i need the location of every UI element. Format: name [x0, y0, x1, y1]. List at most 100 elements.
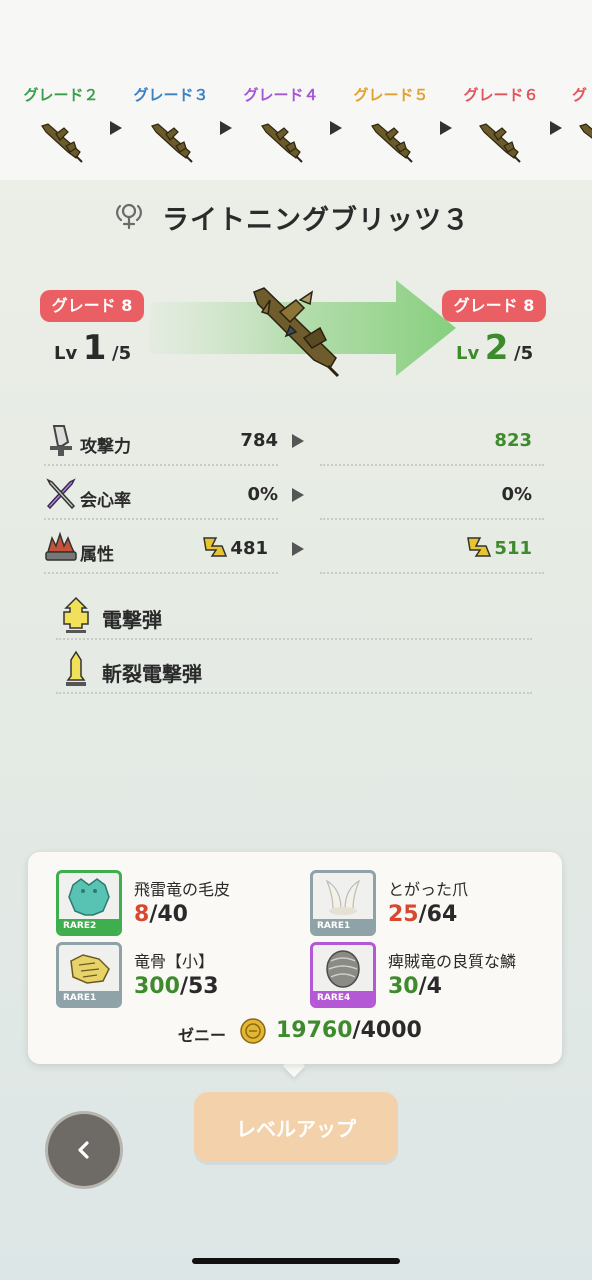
level-up-button[interactable]: レベルアップ — [194, 1092, 398, 1162]
material-need: /53 — [179, 974, 219, 999]
grade-item-5[interactable]: グレード５ — [336, 84, 446, 105]
pelt-icon — [68, 878, 110, 916]
material-count: 30/4 — [388, 974, 442, 999]
material-need: /40 — [149, 902, 188, 927]
material-thumb: RARE2 — [56, 870, 122, 936]
material-have: 300 — [134, 974, 180, 999]
grade-label: グレード６ — [463, 86, 539, 104]
ammo-name: 電撃弾 — [102, 608, 162, 632]
material-thumb: RARE1 — [310, 870, 376, 936]
rarity-label: RARE1 — [313, 919, 373, 933]
ammo-name: 斬裂電撃弾 — [102, 662, 202, 686]
zeny-label: ゼニー — [178, 1026, 227, 1045]
rarity-label: RARE2 — [59, 919, 119, 933]
ammo-row: 斬裂電撃弾 — [56, 644, 532, 694]
stat-row-affinity: 会心率 0% 0% — [0, 474, 592, 520]
material-count: 300/53 — [134, 974, 219, 999]
scale-icon — [326, 950, 360, 988]
lightbowgun-type-icon — [116, 203, 142, 230]
material-count: 8/40 — [134, 902, 188, 927]
grade-label: グレード３ — [133, 86, 209, 104]
lightbowgun-icon — [261, 123, 303, 163]
next-arrow-icon — [220, 121, 232, 135]
rarity-label: RARE4 — [313, 991, 373, 1005]
thunder-element-icon — [203, 537, 228, 557]
zeny-coin-icon — [240, 1018, 266, 1044]
stat-name: 攻撃力 — [80, 437, 131, 457]
grade-strip: グレード２ グレード３ グレード４ グレード５ グレード６ グ — [0, 0, 592, 180]
next-arrow-icon — [110, 121, 122, 135]
grade-item-7[interactable]: グ — [556, 84, 592, 105]
zeny-value: 19760/4000 — [276, 1018, 422, 1043]
grade-item-3[interactable]: グレード３ — [116, 84, 226, 105]
material-item[interactable]: RARE1 竜骨【小】 300/53 — [56, 942, 306, 1008]
lightbowgun-icon — [151, 123, 193, 163]
material-need: /64 — [418, 902, 458, 927]
weapon-name: ライトニングブリッツ３ — [162, 205, 470, 236]
lv-prefix: Lv — [54, 343, 78, 364]
stat-next: 511 — [320, 528, 544, 574]
sword-icon — [50, 425, 72, 456]
home-indicator[interactable] — [192, 1258, 400, 1264]
stat-old-value: 481 — [230, 538, 268, 559]
weapon-image — [253, 287, 340, 378]
stat-next: 823 — [320, 420, 544, 466]
next-level: Lv 2 /5 — [456, 328, 533, 368]
next-level-value: 2 — [484, 328, 509, 368]
chevron-left-icon — [78, 1141, 89, 1159]
grade-item-6[interactable]: グレード６ — [446, 84, 556, 105]
next-arrow-icon — [440, 121, 452, 135]
back-button[interactable] — [48, 1114, 120, 1186]
zeny-need: /4000 — [352, 1018, 422, 1043]
material-item[interactable]: RARE1 とがった爪 25/64 — [310, 870, 560, 936]
stat-name: 属性 — [80, 545, 114, 565]
crossed-swords-icon — [46, 478, 76, 510]
zeny-row: ゼニー 19760/4000 — [28, 1016, 562, 1048]
stat-new-value: 0% — [501, 484, 532, 505]
stat-current: 会心率 0% — [44, 474, 278, 520]
material-name: とがった爪 — [388, 880, 469, 899]
next-arrow-icon — [550, 121, 562, 135]
material-name: 痺賊竜の良質な鱗 — [388, 952, 517, 971]
bone-icon — [70, 954, 110, 984]
grade-label: グ — [572, 86, 588, 104]
slicing-ammo-icon — [66, 650, 86, 686]
stat-old-value: 784 — [240, 430, 278, 451]
material-item[interactable]: RARE2 飛雷竜の毛皮 8/40 — [56, 870, 306, 936]
arrow-right-icon — [292, 542, 304, 556]
stat-row-element: 属性 481 511 — [0, 528, 592, 574]
current-level: Lv 1 /5 — [54, 328, 131, 368]
lightbowgun-icon — [479, 123, 521, 163]
stat-row-attack: 攻撃力 784 823 — [0, 420, 592, 466]
ammo-row: 電撃弾 — [56, 590, 532, 640]
lv-prefix: Lv — [456, 343, 480, 364]
stat-new-value: 511 — [494, 538, 532, 559]
material-count: 25/64 — [388, 902, 457, 927]
stat-next: 0% — [320, 474, 544, 520]
material-item[interactable]: RARE4 痺賊竜の良質な鱗 30/4 — [310, 942, 560, 1008]
grade-item-2[interactable]: グレード２ — [6, 84, 116, 105]
grade-item-4[interactable]: グレード４ — [226, 84, 336, 105]
current-level-max: /5 — [112, 343, 132, 364]
arrow-right-icon — [292, 488, 304, 502]
current-level-value: 1 — [82, 328, 107, 368]
weapon-title-row: ライトニングブリッツ３ — [0, 196, 592, 236]
material-thumb: RARE1 — [56, 942, 122, 1008]
next-level-max: /5 — [514, 343, 534, 364]
material-name: 飛雷竜の毛皮 — [134, 880, 231, 899]
claw-icon — [325, 879, 361, 915]
next-grade-badge: グレード 8 — [442, 290, 546, 322]
material-thumb: RARE4 — [310, 942, 376, 1008]
thunder-element-icon — [467, 537, 492, 557]
thunder-ammo-icon — [63, 596, 89, 633]
stat-old-value: 0% — [247, 484, 278, 505]
lightbowgun-icon — [579, 123, 592, 139]
zeny-have: 19760 — [276, 1018, 353, 1043]
material-need: /4 — [418, 974, 442, 999]
lightbowgun-icon — [371, 123, 413, 163]
grade-label: グレード５ — [353, 86, 429, 104]
material-have: 25 — [388, 902, 419, 927]
stat-name: 会心率 — [80, 491, 131, 511]
next-arrow-icon — [330, 121, 342, 135]
material-name: 竜骨【小】 — [134, 952, 215, 971]
